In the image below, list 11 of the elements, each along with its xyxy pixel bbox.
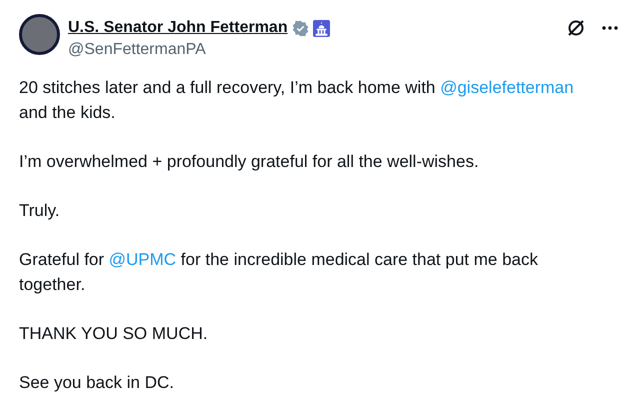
tweet-paragraph: Grateful for @UPMC for the incredible medical care that put me back together. — [19, 249, 539, 296]
tweet-paragraph: Truly. — [19, 200, 61, 222]
author-handle[interactable]: @SenFettermanPA — [68, 40, 558, 60]
tweet-paragraph: I’m overwhelmed + profoundly grateful for all the well-wishes. — [19, 151, 480, 174]
tweet-paragraph: See you back in DC. — [19, 372, 175, 394]
author-name[interactable]: U.S. Senator John Fetterman — [68, 16, 288, 40]
more-icon[interactable] — [602, 26, 618, 30]
tweet-paragraph: THANK YOU SO MUCH. — [19, 323, 209, 346]
avatar-placeholder[interactable] — [19, 14, 60, 55]
capitol-icon — [312, 20, 330, 36]
tweet-paragraph: 20 stitches later and a full recovery, I’m back home with @giselefetterman and the kids. — [19, 77, 575, 124]
